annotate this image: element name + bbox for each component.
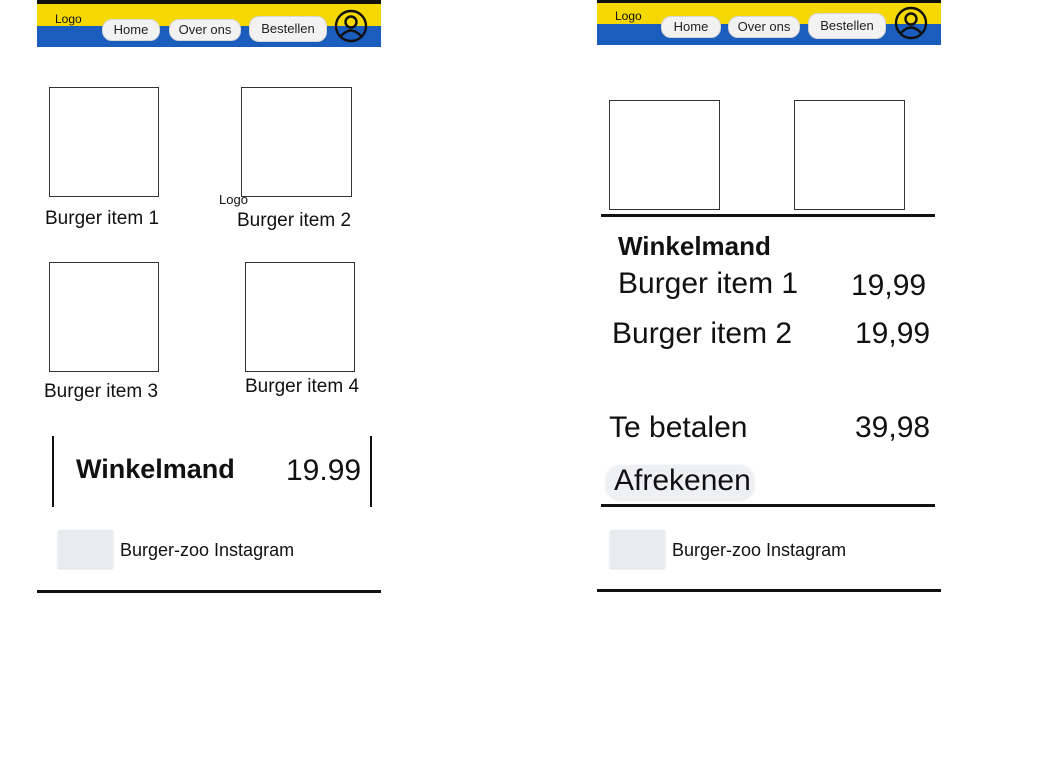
cart-item-name: Burger item 2 — [612, 317, 793, 350]
cart-total: 19.99 — [286, 454, 362, 487]
cart-title: Winkelmand — [618, 231, 771, 261]
nav-home[interactable]: Home — [661, 16, 721, 38]
instagram-link[interactable]: Burger-zoo Instagram — [120, 540, 294, 561]
total-label: Te betalen — [609, 411, 748, 444]
cart-top-divider — [601, 214, 935, 217]
product-image-1[interactable] — [49, 87, 159, 197]
product-label-1[interactable]: Burger item 1 — [45, 208, 159, 230]
cart-product-image-1 — [609, 100, 720, 210]
product-label-4[interactable]: Burger item 4 — [245, 376, 359, 398]
nav-over-ons[interactable]: Over ons — [728, 16, 800, 38]
footer-divider — [597, 589, 941, 592]
stray-logo-text: Logo — [219, 192, 248, 207]
product-image-2[interactable] — [241, 87, 352, 197]
product-label-3[interactable]: Burger item 3 — [44, 381, 158, 403]
right-navbar: Logo Home Over ons Bestellen — [597, 0, 941, 45]
total-value: 39,98 — [855, 411, 931, 444]
cart-item-name: Burger item 1 — [618, 267, 799, 300]
cart-item-price: 19,99 — [855, 317, 931, 350]
nav-bestellen[interactable]: Bestellen — [808, 13, 886, 39]
nav-over-ons[interactable]: Over ons — [169, 19, 241, 41]
cart-right-border — [370, 436, 372, 507]
cart-item-price: 19,99 — [851, 269, 927, 302]
footer-divider — [37, 590, 381, 593]
checkout-button-label: Afrekenen — [614, 464, 751, 497]
product-image-3[interactable] — [49, 262, 159, 372]
instagram-thumbnail[interactable] — [610, 530, 665, 568]
product-label-2[interactable]: Burger item 2 — [237, 210, 351, 232]
product-image-4[interactable] — [245, 262, 355, 372]
cart-title: Winkelmand — [76, 454, 235, 484]
left-navbar: Logo Home Over ons Bestellen — [37, 0, 381, 47]
logo[interactable]: Logo — [55, 12, 82, 26]
user-circle-icon[interactable] — [334, 9, 368, 43]
checkout-button[interactable]: Afrekenen — [606, 464, 754, 499]
instagram-link[interactable]: Burger-zoo Instagram — [672, 540, 846, 561]
cart-product-image-2 — [794, 100, 905, 210]
instagram-thumbnail[interactable] — [58, 530, 113, 568]
nav-home[interactable]: Home — [102, 19, 160, 41]
logo[interactable]: Logo — [615, 9, 642, 23]
cart-left-border — [52, 436, 54, 507]
cart-bottom-divider — [601, 504, 935, 507]
user-circle-icon[interactable] — [894, 6, 928, 40]
nav-bestellen[interactable]: Bestellen — [249, 16, 327, 42]
